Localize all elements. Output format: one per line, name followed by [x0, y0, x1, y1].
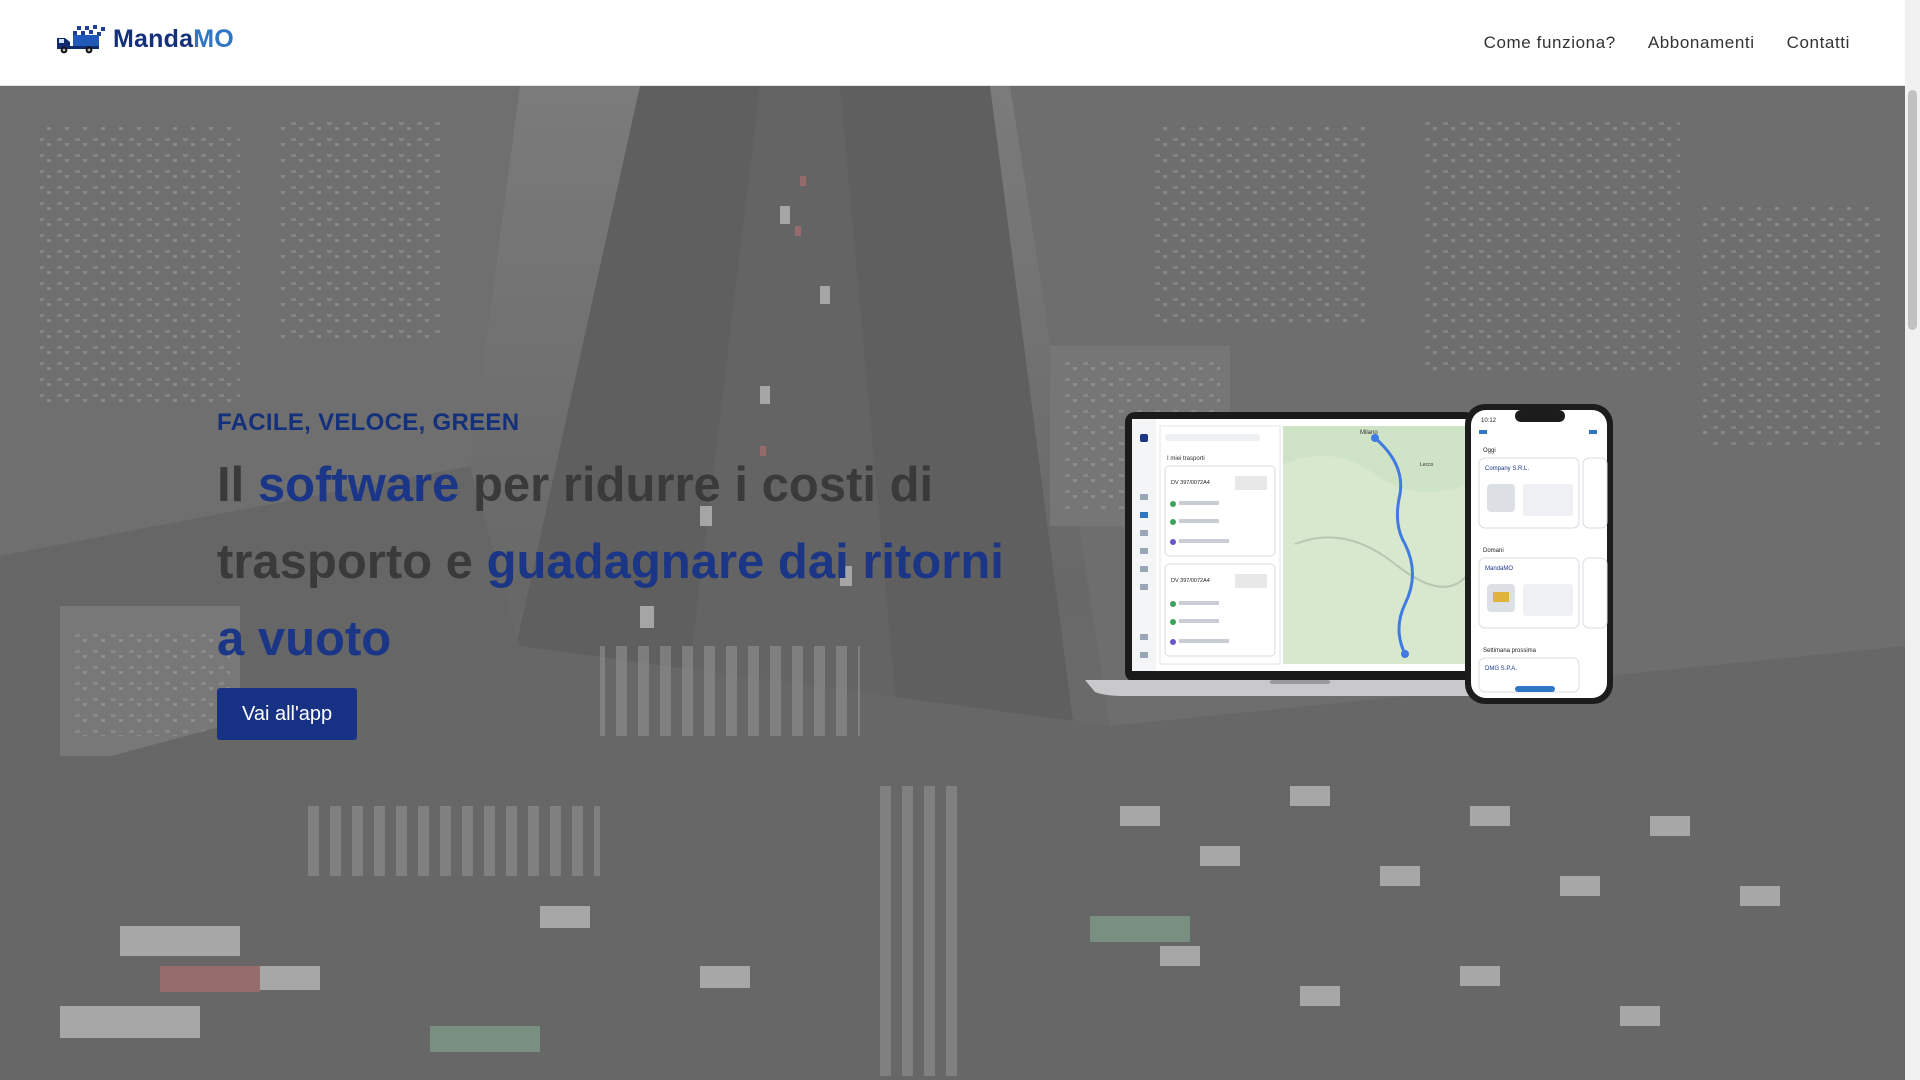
hero-section: FACILE, VELOCE, GREEN Il software per ri… — [0, 86, 1905, 1080]
hero-tagline: FACILE, VELOCE, GREEN — [217, 409, 520, 436]
nav-link-come-funziona[interactable]: Come funziona? — [1484, 33, 1616, 53]
phone-time: 10:12 — [1481, 418, 1497, 424]
nav-links: Come funziona? Abbonamenti Contatti — [1452, 0, 1850, 86]
phone-section-next-week: Settimana prossima — [1483, 648, 1537, 654]
nav-link-contatti[interactable]: Contatti — [1787, 33, 1850, 53]
open-app-button[interactable]: Vai all'app — [217, 688, 358, 740]
brand-name-part-b: MO — [193, 24, 234, 53]
laptop-panel-title: I miei trasporti — [1167, 456, 1205, 462]
hero-content: FACILE, VELOCE, GREEN Il software per ri… — [217, 411, 1017, 740]
laptop-card-code-1: DV 397/0072A4 — [1171, 480, 1210, 486]
headline-word-1: Il — [217, 458, 245, 512]
hero-headline: Il software per ridurre i costi di trasp… — [217, 447, 1017, 678]
top-navbar: MandaMO Come funziona? Abbonamenti Conta… — [0, 0, 1905, 86]
phone-card-company: Company S.R.L. — [1485, 466, 1529, 472]
phone-card-dmg: DMG S.P.A. — [1485, 666, 1517, 672]
brand-name-part-a: Manda — [113, 24, 194, 53]
delivery-truck-icon — [57, 25, 105, 54]
page-scrollbar[interactable] — [1905, 0, 1920, 1080]
phone-card-mandamo: MandaMO — [1485, 566, 1513, 572]
map-place-2: Lecco — [1420, 462, 1434, 468]
headline-highlight-software: software — [257, 458, 460, 512]
nav-link-abbonamenti[interactable]: Abbonamenti — [1648, 33, 1755, 53]
brand-logo-link[interactable]: MandaMO — [55, 24, 234, 54]
scrollbar-thumb[interactable] — [1908, 90, 1917, 330]
phone-section-today: Oggi — [1483, 448, 1496, 454]
laptop-card-code-2: DV 397/0072A4 — [1171, 578, 1210, 584]
devices-mockup-image: I miei trasporti DV 397/0072A4 DV 397/00… — [1085, 404, 1613, 704]
brand-name: MandaMO — [113, 25, 234, 54]
phone-section-tomorrow: Domani — [1483, 548, 1504, 554]
map-place-1: Milano — [1360, 430, 1378, 436]
